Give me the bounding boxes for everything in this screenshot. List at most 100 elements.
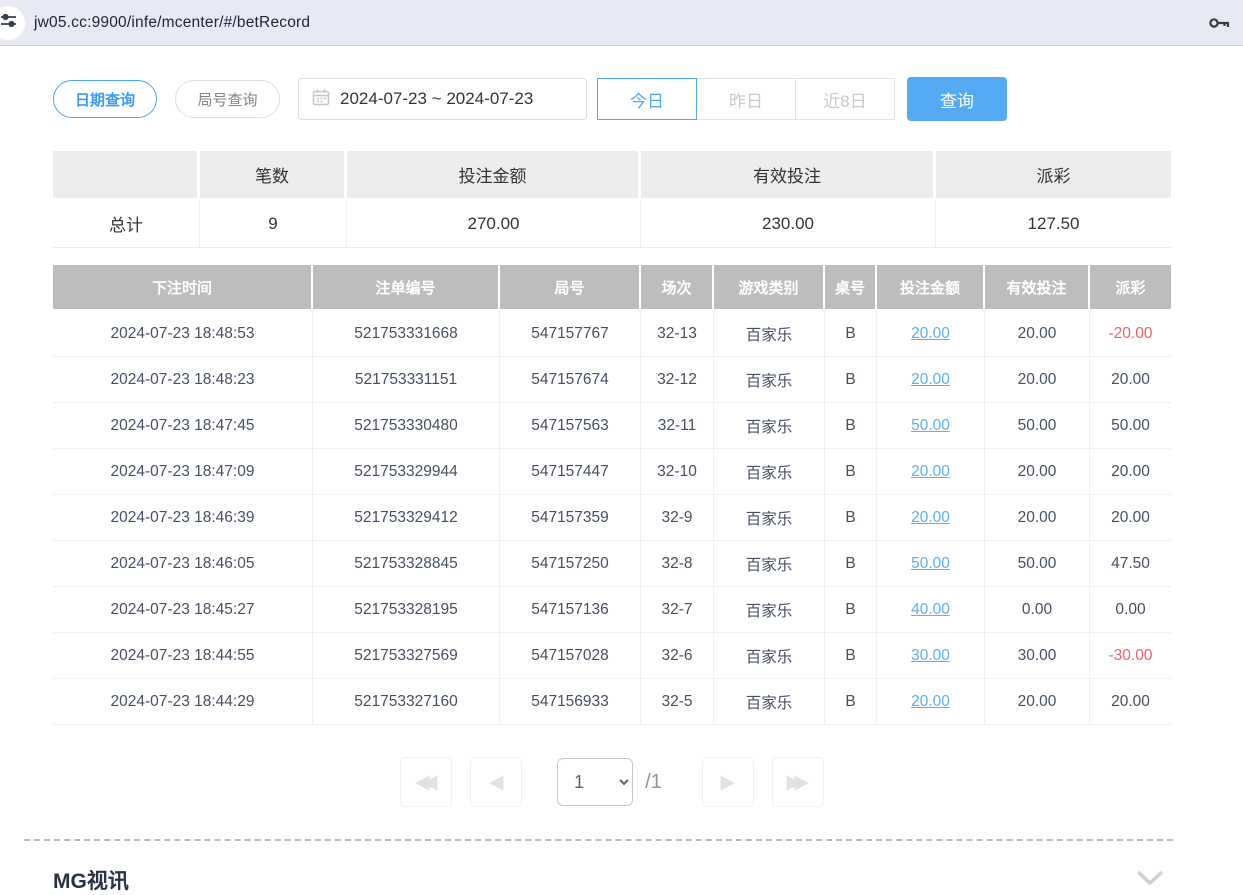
round-no-cell: 547157767 xyxy=(500,311,641,357)
table-no-cell: B xyxy=(825,403,877,449)
table-no-cell: B xyxy=(825,541,877,587)
bet-time-cell: 2024-07-23 18:47:09 xyxy=(53,449,313,495)
bet-amount-link[interactable]: 40.00 xyxy=(911,601,950,618)
mg-video-title: MG视讯 xyxy=(53,865,129,895)
bet-time-cell: 2024-07-23 18:44:55 xyxy=(53,633,313,679)
valid-bet-cell: 0.00 xyxy=(985,587,1090,633)
payout-cell: 20.00 xyxy=(1090,357,1171,403)
bet-amount-cell: 20.00 xyxy=(877,495,985,541)
table-row: 2024-07-23 18:46:05 521753328845 5471572… xyxy=(53,541,1171,587)
payout-cell: 50.00 xyxy=(1090,403,1171,449)
site-settings-button[interactable] xyxy=(0,6,25,40)
order-no-cell: 521753327569 xyxy=(313,633,500,679)
next-page-icon: ▶ xyxy=(721,771,736,794)
order-no-cell: 521753328195 xyxy=(313,587,500,633)
total-pages-label: /1 xyxy=(645,771,662,794)
valid-bet-cell: 20.00 xyxy=(985,311,1090,357)
bet-amount-cell: 40.00 xyxy=(877,587,985,633)
payout-cell: 20.00 xyxy=(1090,495,1171,541)
tune-icon xyxy=(0,12,17,34)
bet-time-cell: 2024-07-23 18:46:05 xyxy=(53,541,313,587)
date-range-input[interactable]: 2024-07-23 ~ 2024-07-23 xyxy=(298,78,587,120)
table-no-cell: B xyxy=(825,633,877,679)
bet-table-header-row: 下注时间 注单编号 局号 场次 游戏类别 桌号 投注金额 有效投注 派彩 xyxy=(53,265,1171,311)
bet-amount-link[interactable]: 20.00 xyxy=(911,325,950,342)
session-cell: 32-10 xyxy=(641,449,714,495)
table-row: 2024-07-23 18:47:09 521753329944 5471574… xyxy=(53,449,1171,495)
round-no-cell: 547157674 xyxy=(500,357,641,403)
date-query-tab[interactable]: 日期查询 xyxy=(53,80,157,118)
bet-record-table: 下注时间 注单编号 局号 场次 游戏类别 桌号 投注金额 有效投注 派彩 202… xyxy=(53,265,1171,725)
last8days-button[interactable]: 近8日 xyxy=(795,78,895,120)
round-no-cell: 547157028 xyxy=(500,633,641,679)
bet-table-body: 2024-07-23 18:48:53 521753331668 5471577… xyxy=(53,311,1171,725)
quick-range-group: 今日 昨日 近8日 xyxy=(597,78,895,120)
chevron-down-icon[interactable] xyxy=(1135,869,1165,892)
prev-page-icon: ◀ xyxy=(489,771,504,794)
last-page-button[interactable]: ▶▶ xyxy=(772,757,824,807)
bet-amount-link[interactable]: 20.00 xyxy=(911,509,950,526)
table-row: 2024-07-23 18:48:53 521753331668 5471577… xyxy=(53,311,1171,357)
col-header-game-type: 游戏类别 xyxy=(714,265,825,311)
payout-cell: -20.00 xyxy=(1090,311,1171,357)
first-page-button[interactable]: ◀◀ xyxy=(400,757,452,807)
game-type-cell: 百家乐 xyxy=(714,403,825,449)
round-query-tab[interactable]: 局号查询 xyxy=(175,80,280,118)
table-no-cell: B xyxy=(825,679,877,725)
col-header-session: 场次 xyxy=(641,265,714,311)
key-icon[interactable] xyxy=(1208,13,1230,38)
today-label: 今日 xyxy=(630,87,664,112)
session-cell: 32-5 xyxy=(641,679,714,725)
col-header-payout: 派彩 xyxy=(1090,265,1171,311)
valid-bet-cell: 20.00 xyxy=(985,449,1090,495)
bet-amount-link[interactable]: 50.00 xyxy=(911,555,950,572)
bet-amount-cell: 50.00 xyxy=(877,403,985,449)
payout-cell: -30.00 xyxy=(1090,633,1171,679)
game-type-cell: 百家乐 xyxy=(714,633,825,679)
bet-amount-cell: 50.00 xyxy=(877,541,985,587)
order-no-cell: 521753331668 xyxy=(313,311,500,357)
bet-amount-link[interactable]: 20.00 xyxy=(911,693,950,710)
table-row: 2024-07-23 18:47:45 521753330480 5471575… xyxy=(53,403,1171,449)
next-page-button[interactable]: ▶ xyxy=(702,757,754,807)
bet-amount-link[interactable]: 30.00 xyxy=(911,647,950,664)
url-text[interactable]: jw05.cc:9900/infe/mcenter/#/betRecord xyxy=(34,14,310,32)
today-button[interactable]: 今日 xyxy=(597,78,697,120)
summary-bet-amount-value: 270.00 xyxy=(347,200,641,248)
summary-col-empty xyxy=(53,151,200,200)
bet-amount-cell: 20.00 xyxy=(877,679,985,725)
bet-amount-link[interactable]: 20.00 xyxy=(911,371,950,388)
bet-amount-link[interactable]: 20.00 xyxy=(911,463,950,480)
session-cell: 32-6 xyxy=(641,633,714,679)
valid-bet-cell: 50.00 xyxy=(985,541,1090,587)
search-button[interactable]: 查询 xyxy=(907,77,1007,121)
summary-col-count: 笔数 xyxy=(200,151,347,200)
summary-col-bet-amount: 投注金额 xyxy=(347,151,641,200)
bet-time-cell: 2024-07-23 18:45:27 xyxy=(53,587,313,633)
bet-amount-cell: 20.00 xyxy=(877,357,985,403)
order-no-cell: 521753331151 xyxy=(313,357,500,403)
game-type-cell: 百家乐 xyxy=(714,495,825,541)
first-page-icon: ◀◀ xyxy=(415,771,437,794)
filter-toolbar: 日期查询 局号查询 2024-07-23 ~ 2024-07-23 xyxy=(53,77,1171,121)
game-type-cell: 百家乐 xyxy=(714,449,825,495)
prev-page-button[interactable]: ◀ xyxy=(470,757,522,807)
table-no-cell: B xyxy=(825,449,877,495)
valid-bet-cell: 20.00 xyxy=(985,679,1090,725)
table-no-cell: B xyxy=(825,311,877,357)
order-no-cell: 521753329412 xyxy=(313,495,500,541)
order-no-cell: 521753327160 xyxy=(313,679,500,725)
valid-bet-cell: 30.00 xyxy=(985,633,1090,679)
bet-time-cell: 2024-07-23 18:47:45 xyxy=(53,403,313,449)
game-type-cell: 百家乐 xyxy=(714,311,825,357)
page-select[interactable]: 1 xyxy=(557,758,633,806)
yesterday-button[interactable]: 昨日 xyxy=(696,78,796,120)
col-header-bet-time: 下注时间 xyxy=(53,265,313,311)
summary-valid-bet-value: 230.00 xyxy=(641,200,936,248)
bet-amount-cell: 20.00 xyxy=(877,449,985,495)
bet-amount-link[interactable]: 50.00 xyxy=(911,417,950,434)
mg-video-section-header[interactable]: MG视讯 xyxy=(53,865,1171,895)
bet-time-cell: 2024-07-23 18:44:29 xyxy=(53,679,313,725)
table-row: 2024-07-23 18:44:29 521753327160 5471569… xyxy=(53,679,1171,725)
game-type-cell: 百家乐 xyxy=(714,541,825,587)
